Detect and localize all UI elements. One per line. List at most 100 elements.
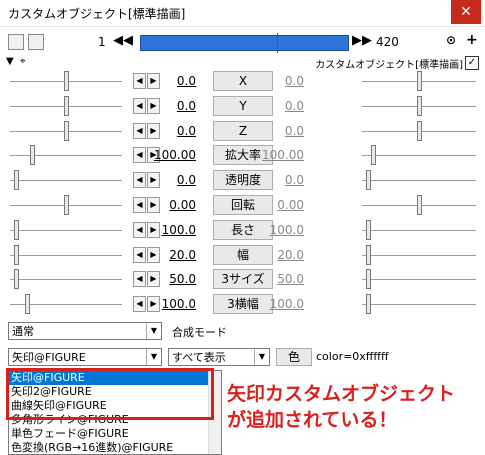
left-slider-thumb[interactable] — [64, 195, 69, 215]
decrement-icon[interactable]: ◀ — [133, 296, 146, 313]
right-slider-thumb[interactable] — [365, 269, 371, 290]
decrement-icon[interactable]: ◀ — [133, 197, 146, 213]
left-slider-track[interactable] — [10, 180, 122, 182]
right-slider-track[interactable] — [362, 155, 476, 157]
chevron-down-icon: ▼ — [146, 349, 161, 365]
timeline-cursor[interactable] — [277, 33, 278, 53]
decrement-icon[interactable]: ◀ — [133, 271, 146, 288]
decrement-icon[interactable]: ◀ — [133, 172, 146, 189]
param-start-value[interactable]: 100.0 — [152, 223, 196, 237]
right-slider-thumb[interactable] — [417, 195, 422, 215]
left-slider-track[interactable] — [10, 254, 122, 256]
filter-select-value: すべて表示 — [172, 351, 226, 364]
param-end-value[interactable]: 0.0 — [260, 99, 304, 113]
close-button[interactable]: ✕ — [451, 0, 481, 24]
param-row: ◀ ▶ 0.0 Y 0.0 — [0, 94, 485, 118]
decrement-icon[interactable]: ◀ — [133, 147, 146, 164]
filter-select[interactable]: すべて表示 ▼ — [168, 348, 270, 366]
chevron-down-icon: ▼ — [254, 349, 269, 365]
param-start-value[interactable]: 20.0 — [152, 248, 196, 262]
param-start-value[interactable]: 0.0 — [152, 99, 196, 113]
right-slider-track[interactable] — [362, 180, 476, 182]
object-select-value: 矢印@FIGURE — [12, 351, 86, 364]
right-slider-track[interactable] — [362, 229, 476, 231]
highlight-box — [6, 368, 214, 420]
decrement-icon[interactable]: ◀ — [133, 122, 146, 139]
param-row: ◀ ▶ 0.0 Z 0.0 — [0, 119, 485, 143]
lock-icon[interactable]: ⊙ — [446, 33, 456, 47]
title-bar: カスタムオブジェクト[標準描画] ✕ — [0, 0, 485, 27]
collapse-icon[interactable]: ▼ — [6, 56, 14, 67]
param-end-value[interactable]: 0.0 — [260, 173, 304, 187]
param-start-value[interactable]: 100.0 — [152, 297, 196, 311]
right-slider-thumb[interactable] — [417, 120, 422, 141]
right-slider-thumb[interactable] — [417, 71, 422, 91]
left-slider-thumb[interactable] — [64, 95, 69, 116]
left-slider-thumb[interactable] — [13, 170, 19, 191]
param-end-value[interactable]: 100.00 — [260, 148, 304, 162]
param-row: ◀ ▶ 100.00 拡大率 100.00 — [0, 143, 485, 167]
right-slider-thumb[interactable] — [365, 244, 371, 265]
left-slider-track[interactable] — [10, 229, 122, 231]
right-slider-thumb[interactable] — [365, 294, 371, 315]
param-start-value[interactable]: 0.00 — [152, 198, 196, 212]
param-start-value[interactable]: 100.00 — [152, 148, 196, 162]
param-end-value[interactable]: 0.0 — [260, 124, 304, 138]
param-end-value[interactable]: 100.0 — [260, 297, 304, 311]
right-slider-track[interactable] — [362, 304, 476, 306]
param-row: ◀ ▶ 100.0 3横幅 100.0 — [0, 292, 485, 316]
right-slider-thumb[interactable] — [417, 95, 422, 116]
window-title: カスタムオブジェクト[標準描画] — [8, 7, 186, 21]
next-frame-button[interactable]: ▶▶ — [352, 33, 372, 48]
left-slider-thumb[interactable] — [13, 269, 19, 290]
left-slider-thumb[interactable] — [64, 71, 69, 91]
param-end-value[interactable]: 50.0 — [260, 272, 304, 286]
enable-checkbox[interactable]: ✓ — [465, 56, 479, 70]
right-slider-thumb[interactable] — [365, 170, 371, 191]
param-row: ◀ ▶ 0.00 回転 0.00 — [0, 193, 485, 217]
left-slider-thumb[interactable] — [24, 294, 30, 315]
frame-end: 420 — [376, 35, 399, 49]
list-item[interactable]: 単色フェード@FIGURE — [9, 427, 221, 441]
param-start-value[interactable]: 0.0 — [152, 173, 196, 187]
decrement-icon[interactable]: ◀ — [133, 221, 146, 238]
right-slider-thumb[interactable] — [365, 219, 371, 240]
param-row: ◀ ▶ 50.0 3サイズ 50.0 — [0, 267, 485, 291]
param-row: ◀ ▶ 0.0 透明度 0.0 — [0, 168, 485, 192]
param-start-value[interactable]: 0.0 — [152, 74, 196, 88]
layer-icon[interactable] — [28, 34, 44, 50]
left-slider-thumb[interactable] — [64, 120, 69, 141]
left-slider-track[interactable] — [10, 155, 122, 157]
blend-mode-select[interactable]: 通常 ▼ — [8, 322, 162, 340]
blend-mode-value: 通常 — [12, 325, 34, 338]
param-row: ◀ ▶ 20.0 幅 20.0 — [0, 243, 485, 267]
left-slider-track[interactable] — [10, 279, 122, 281]
right-slider-track[interactable] — [362, 254, 476, 256]
annotation-line-1: 矢印カスタムオブジェクト — [227, 383, 456, 405]
annotation-line-2: が追加されている！ — [227, 409, 398, 431]
right-slider-track[interactable] — [362, 279, 476, 281]
decrement-icon[interactable]: ◀ — [133, 97, 146, 114]
left-slider-thumb[interactable] — [30, 145, 36, 166]
object-select[interactable]: 矢印@FIGURE ▼ — [8, 348, 162, 366]
add-icon[interactable]: + — [466, 32, 478, 48]
right-slider-thumb[interactable] — [371, 145, 377, 166]
param-end-value[interactable]: 100.0 — [260, 223, 304, 237]
mouse-icon: ⌖ — [20, 56, 26, 67]
decrement-icon[interactable]: ◀ — [133, 73, 146, 89]
timeline-bar[interactable] — [140, 33, 349, 53]
param-end-value[interactable]: 0.00 — [260, 198, 304, 212]
left-slider-thumb[interactable] — [13, 219, 19, 240]
decrement-icon[interactable]: ◀ — [133, 246, 146, 263]
param-row: ◀ ▶ 100.0 長さ 100.0 — [0, 218, 485, 242]
param-end-value[interactable]: 0.0 — [260, 74, 304, 88]
param-start-value[interactable]: 0.0 — [152, 124, 196, 138]
frame-start: 1 — [98, 35, 106, 49]
color-button[interactable]: 色 — [276, 348, 312, 366]
left-slider-thumb[interactable] — [13, 244, 19, 265]
param-row: ◀ ▶ 0.0 X 0.0 — [0, 69, 485, 93]
prev-frame-button[interactable]: ◀◀ — [113, 33, 133, 48]
scene-icon[interactable] — [8, 34, 24, 50]
param-end-value[interactable]: 20.0 — [260, 248, 304, 262]
param-start-value[interactable]: 50.0 — [152, 272, 196, 286]
